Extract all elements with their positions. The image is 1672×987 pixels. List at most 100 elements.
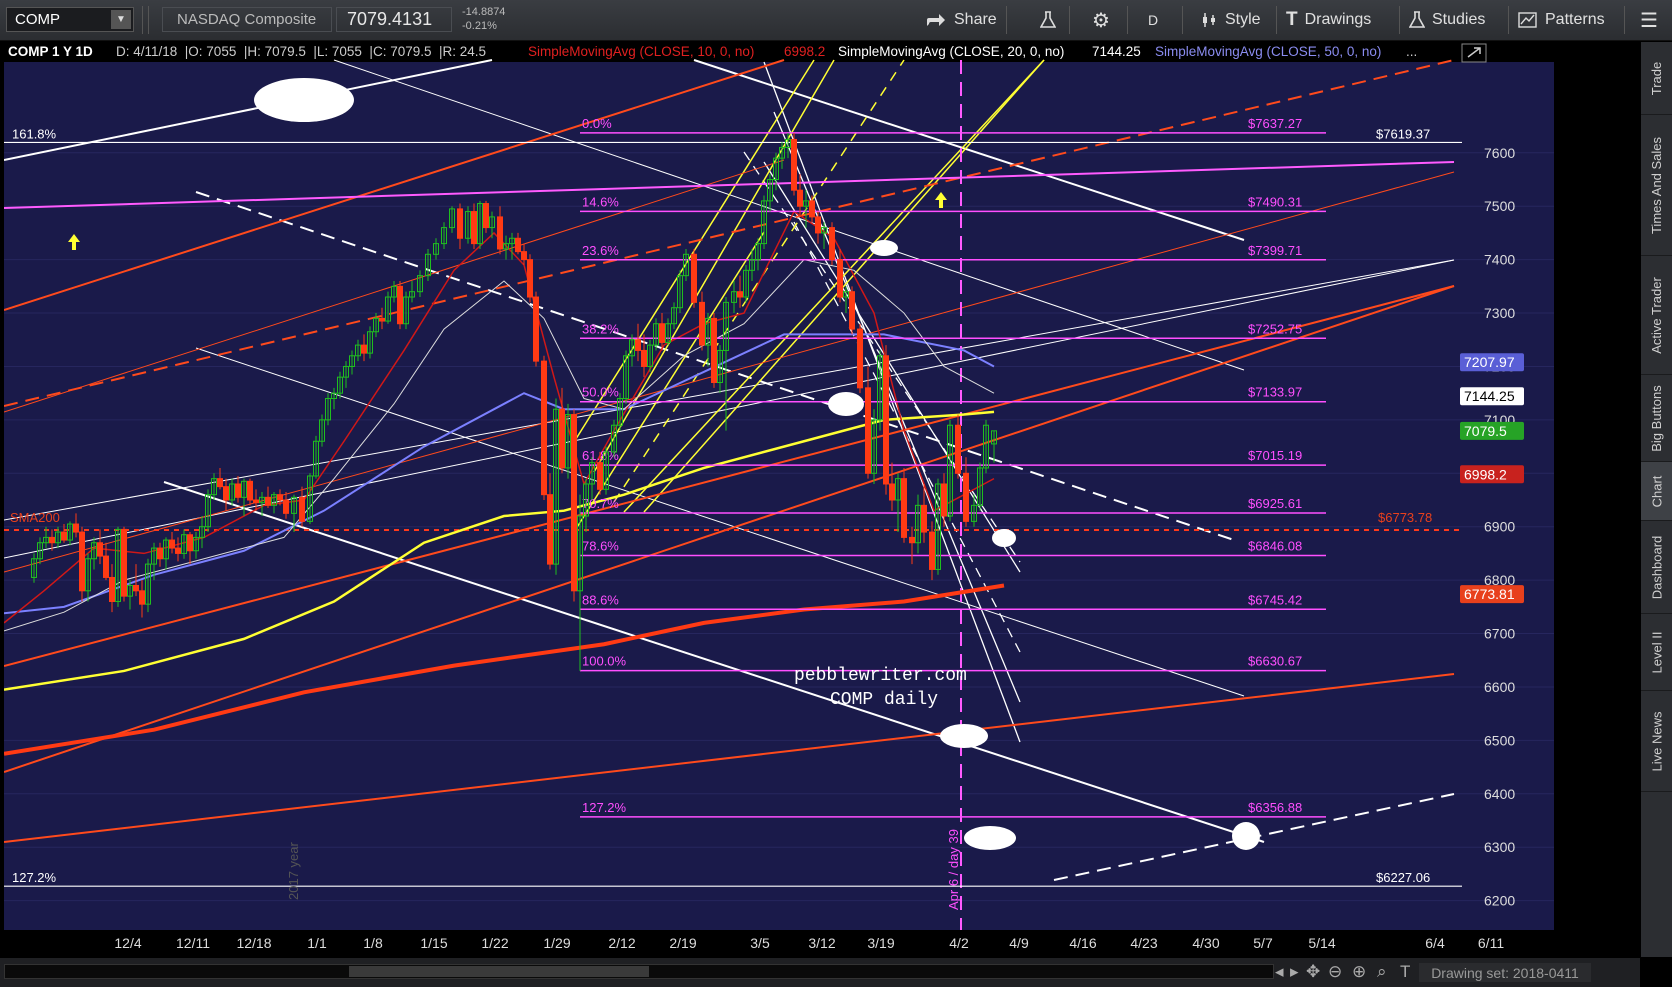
patterns-button[interactable]: Patterns	[1518, 0, 1605, 40]
candle-body	[809, 200, 815, 218]
fib-level-price: $7252.75	[1248, 321, 1302, 336]
candle-body	[217, 478, 223, 488]
sidebar-tab-level-ii[interactable]: Level II	[1641, 614, 1672, 691]
sidebar-tab-active-trader[interactable]: Active Trader	[1641, 256, 1672, 375]
zoom-out-icon[interactable]: ⊖	[1328, 962, 1342, 982]
candle-body	[379, 317, 385, 322]
candle-body	[397, 285, 403, 325]
info-ohlc: D: 4/11/18 |O: 7055 |H: 7079.5 |L: 7055 …	[116, 44, 486, 59]
change-percent: -0.21%	[462, 20, 497, 32]
text-tool-icon[interactable]: T	[1400, 962, 1410, 982]
time-tick-label: 3/19	[867, 935, 894, 951]
flask-icon	[1409, 11, 1425, 28]
scroll-left-icon[interactable]: ◂	[1275, 962, 1284, 982]
share-button[interactable]: Share	[925, 0, 997, 40]
candle-body	[265, 496, 271, 506]
fib-level-percent: 127.2%	[582, 800, 627, 815]
fib-level-price: $6846.08	[1248, 539, 1302, 554]
last-price: 7079.4131	[336, 7, 452, 32]
fib-level-price: $7490.31	[1248, 194, 1302, 209]
time-tick-label: 1/22	[481, 935, 508, 951]
chart-area[interactable]: 161.8% $7619.37 127.2% $6227.06 0.0% $7637.2…	[4, 42, 1639, 957]
toolbar-separator	[1508, 6, 1509, 34]
fib-level-price: $7133.97	[1248, 385, 1302, 400]
sidebar-tab-label: Level II	[1649, 631, 1665, 673]
zoom-box-icon[interactable]: ⌕	[1377, 962, 1387, 982]
candle-body	[527, 259, 533, 298]
zoom-in-icon[interactable]: ⊕	[1352, 962, 1366, 982]
studies-button[interactable]: Studies	[1409, 0, 1485, 40]
candle-body	[457, 208, 463, 239]
info-sma50: SimpleMovingAvg (CLOSE, 50, 0, no)	[1155, 44, 1381, 59]
fib-level-price: $6925.61	[1248, 496, 1302, 511]
candle-body	[909, 536, 915, 544]
time-tick-label: 3/12	[808, 935, 835, 951]
price-tick-label: 6400	[1484, 786, 1515, 802]
period-button[interactable]: D	[1148, 0, 1158, 40]
info-symbol: COMP 1 Y 1D	[8, 44, 93, 59]
candle-body	[797, 189, 803, 207]
sidebar-tab-label: Chart	[1649, 475, 1665, 507]
flask-button[interactable]	[1040, 0, 1056, 40]
candle-body	[109, 576, 115, 602]
price-axis-background	[1554, 62, 1639, 957]
change-box: -14.8874 -0.21%	[454, 5, 540, 35]
candle-body	[837, 259, 843, 298]
settings-button[interactable]: ⚙	[1092, 0, 1110, 40]
price-badge-label: 7144.25	[1464, 388, 1515, 404]
price-badge-label: 7207.97	[1464, 354, 1515, 370]
candle-body	[889, 483, 895, 501]
share-icon	[927, 14, 945, 26]
price-badge-label: 6998.2	[1464, 466, 1507, 482]
sidebar-tab-label: Live News	[1649, 711, 1664, 771]
candle-body	[941, 483, 947, 517]
extension-level-label: 127.2%	[12, 870, 57, 885]
move-icon[interactable]: ✥	[1306, 962, 1320, 982]
info-sma10-value: 6998.2	[784, 44, 825, 59]
fib-level-percent: 38.2%	[582, 321, 619, 336]
candle-body	[103, 555, 109, 578]
time-tick-label: 2/12	[608, 935, 635, 951]
scrollbar-thumb[interactable]	[349, 966, 649, 977]
price-tick-label: 6200	[1484, 893, 1515, 909]
price-tick-label: 6500	[1484, 732, 1515, 748]
sidebar-tab-live-news[interactable]: Live News	[1641, 691, 1672, 792]
price-tick-label: 6700	[1484, 626, 1515, 642]
drawing-set-selector[interactable]: Drawing set: 2018-0411	[1419, 963, 1591, 982]
horizontal-scrollbar[interactable]	[4, 964, 1274, 979]
style-button[interactable]: Style	[1200, 0, 1261, 40]
candle-body	[699, 301, 705, 346]
sidebar-tab-chart[interactable]: Chart	[1641, 462, 1672, 521]
sidebar-tab-trade[interactable]: Trade	[1641, 42, 1672, 115]
candle-body	[883, 355, 889, 485]
fib-level-percent: 70.7%	[582, 496, 619, 511]
scroll-right-icon[interactable]: ▸	[1290, 962, 1299, 982]
candle-body	[277, 494, 283, 501]
menu-button[interactable]: ☰	[1640, 0, 1658, 40]
symbol-dropdown-chevron-icon[interactable]: ▼	[111, 10, 131, 29]
symbol-input[interactable]: COMP ▼	[6, 7, 134, 32]
candle-body	[169, 539, 175, 549]
candle-body	[299, 496, 305, 522]
period-label: D	[1148, 12, 1159, 28]
price-badge-label: 6773.81	[1464, 586, 1515, 602]
sidebar-tab-times-and-sales[interactable]: Times And Sales	[1641, 115, 1672, 256]
vertical-date-label: Apr 6 / day 39	[946, 829, 961, 910]
hamburger-menu-icon: ☰	[1640, 9, 1658, 32]
time-tick-label: 1/1	[307, 935, 327, 951]
toolbar-separator	[1006, 6, 1007, 34]
drawings-button[interactable]: T Drawings	[1286, 0, 1371, 40]
sidebar-tab-big-buttons[interactable]: Big Buttons	[1641, 375, 1672, 462]
extension-level-price: $6227.06	[1376, 870, 1430, 885]
time-tick-label: 12/18	[236, 935, 271, 951]
sma200-label: SMA200	[10, 510, 60, 525]
fib-level-price: $7637.27	[1248, 116, 1302, 131]
time-tick-label: 1/15	[420, 935, 447, 951]
candle-body	[49, 536, 55, 544]
sma200-value-label: $6773.78	[1378, 510, 1432, 525]
price-chart[interactable]: 161.8% $7619.37 127.2% $6227.06 0.0% $7637.2…	[4, 42, 1639, 957]
sidebar-tab-dashboard[interactable]: Dashboard	[1641, 521, 1672, 614]
fib-level-percent: 88.6%	[582, 592, 619, 607]
candle-body	[515, 237, 521, 253]
toolbar-separator	[142, 6, 143, 34]
